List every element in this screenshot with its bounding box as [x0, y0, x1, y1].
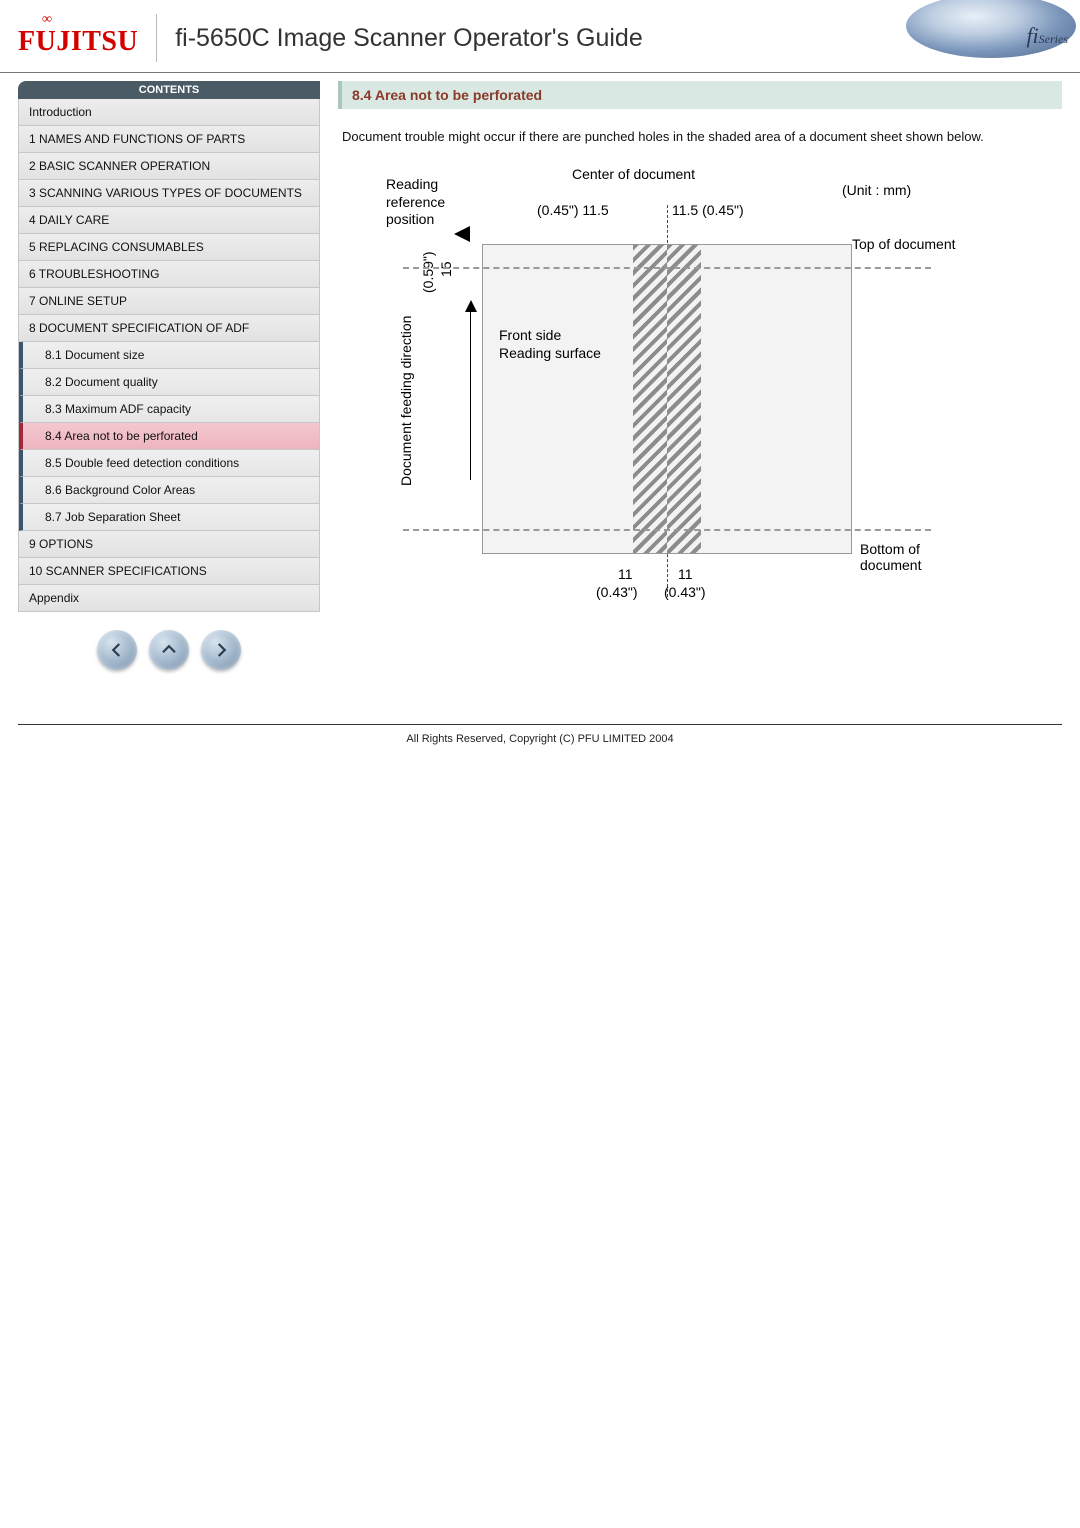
nav-8-5-double-feed[interactable]: 8.5 Double feed detection conditions [19, 450, 319, 477]
nav-4-daily-care[interactable]: 4 DAILY CARE [19, 207, 319, 234]
bottom-dim-right-in: (0.43") [664, 584, 706, 600]
reading-ref-label: Reading reference position [386, 176, 445, 229]
nav-3-scanning-types[interactable]: 3 SCANNING VARIOUS TYPES OF DOCUMENTS [19, 180, 319, 207]
top-dim-right: 11.5 (0.45") [672, 202, 744, 218]
nav-8-3-max-adf[interactable]: 8.3 Maximum ADF capacity [19, 396, 319, 423]
header-ornament: fiSeries [800, 0, 1080, 72]
left-dim-in: (0.59") [420, 244, 436, 300]
top-of-doc-label: Top of document [852, 236, 956, 252]
bottom-dim-left-in: (0.43") [596, 584, 638, 600]
copyright-text: All Rights Reserved, Copyright (C) PFU L… [406, 733, 673, 745]
nav-introduction[interactable]: Introduction [19, 99, 319, 126]
bottom-dim-right-mm: 11 [678, 566, 693, 582]
header-divider [156, 14, 157, 62]
left-dim-mm: 15 [438, 254, 454, 284]
arrow-right-icon [212, 641, 230, 659]
nav-5-replacing-consumables[interactable]: 5 REPLACING CONSUMABLES [19, 234, 319, 261]
unit-label: (Unit : mm) [842, 182, 911, 198]
nav-list: Introduction 1 NAMES AND FUNCTIONS OF PA… [18, 99, 320, 612]
feed-direction-label: Document feeding direction [398, 296, 414, 506]
bottom-guide-line [403, 529, 931, 531]
nav-1-names-functions[interactable]: 1 NAMES AND FUNCTIONS OF PARTS [19, 126, 319, 153]
content-area: 8.4 Area not to be perforated Document t… [338, 81, 1062, 616]
top-dim-left: (0.45") 11.5 [537, 202, 609, 218]
center-label: Center of document [572, 166, 695, 182]
nav-buttons [18, 612, 320, 696]
perforation-diagram: Center of document (Unit : mm) Reading r… [342, 166, 962, 616]
series-badge: fiSeries [1026, 23, 1068, 49]
nav-9-options[interactable]: 9 OPTIONS [19, 531, 319, 558]
shaded-zone-right [667, 245, 701, 553]
header-bar: ∞ FUJITSU fi-5650C Image Scanner Operato… [0, 0, 1080, 73]
nav-10-scanner-specs[interactable]: 10 SCANNER SPECIFICATIONS [19, 558, 319, 585]
body-paragraph: Document trouble might occur if there ar… [342, 129, 1062, 144]
nav-8-4-area-not-perforated[interactable]: 8.4 Area not to be perforated [19, 423, 319, 450]
feed-direction-arrow-icon [470, 310, 471, 480]
section-heading: 8.4 Area not to be perforated [338, 81, 1062, 109]
bottom-of-doc-label: Bottom of document [860, 541, 962, 573]
bottom-dim-left-mm: 11 [618, 566, 633, 582]
shaded-zone-left [633, 245, 667, 553]
page-title: fi-5650C Image Scanner Operator's Guide [175, 24, 643, 53]
top-guide-line [403, 267, 931, 269]
reading-ref-pointer-icon [454, 226, 470, 242]
nav-8-6-bg-color[interactable]: 8.6 Background Color Areas [19, 477, 319, 504]
nav-2-basic-operation[interactable]: 2 BASIC SCANNER OPERATION [19, 153, 319, 180]
nav-8-2-doc-quality[interactable]: 8.2 Document quality [19, 369, 319, 396]
next-button[interactable] [201, 630, 241, 670]
nav-appendix[interactable]: Appendix [19, 585, 319, 611]
nav-8-doc-spec-adf[interactable]: 8 DOCUMENT SPECIFICATION OF ADF [19, 315, 319, 342]
sidebar: CONTENTS Introduction 1 NAMES AND FUNCTI… [18, 81, 320, 696]
brand-logo: ∞ FUJITSU [18, 18, 138, 58]
footer: All Rights Reserved, Copyright (C) PFU L… [18, 724, 1062, 745]
nav-7-online-setup[interactable]: 7 ONLINE SETUP [19, 288, 319, 315]
nav-6-troubleshooting[interactable]: 6 TROUBLESHOOTING [19, 261, 319, 288]
up-button[interactable] [149, 630, 189, 670]
front-side-label: Front side Reading surface [499, 327, 601, 362]
nav-8-1-doc-size[interactable]: 8.1 Document size [19, 342, 319, 369]
logo-infinity-icon: ∞ [42, 12, 52, 28]
prev-button[interactable] [97, 630, 137, 670]
brand-name: FUJITSU [18, 26, 138, 57]
nav-8-7-job-sep[interactable]: 8.7 Job Separation Sheet [19, 504, 319, 531]
arrow-up-icon [160, 641, 178, 659]
document-sheet: Front side Reading surface [482, 244, 852, 554]
arrow-left-icon [108, 641, 126, 659]
contents-header: CONTENTS [18, 81, 320, 99]
